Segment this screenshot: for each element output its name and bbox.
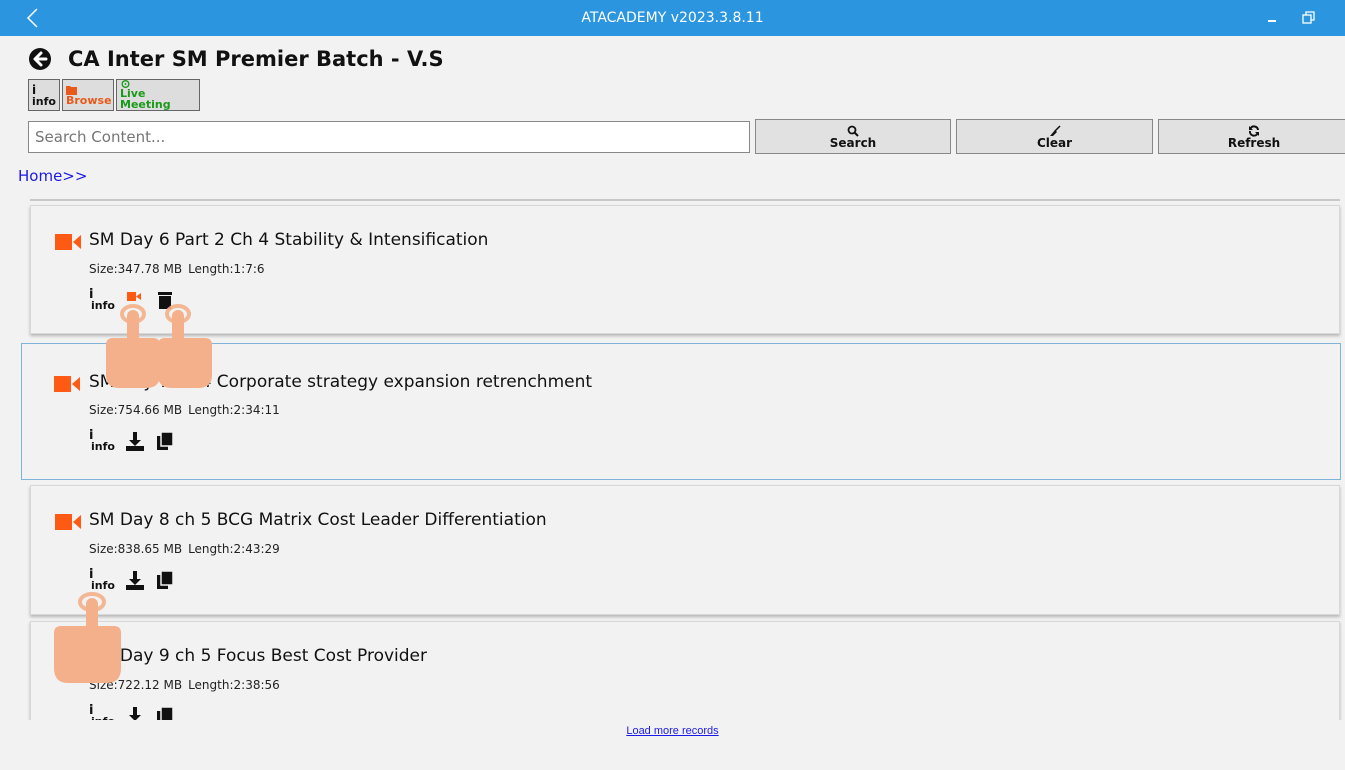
item-title: SM Day 9 ch 5 Focus Best Cost Provider: [89, 646, 427, 666]
item-length: Length:2:43:29: [188, 542, 280, 556]
clear-button-label: Clear: [1036, 135, 1073, 150]
download-icon[interactable]: [125, 431, 145, 451]
pointing-hand-icon: [158, 304, 212, 388]
info-action-label: info: [91, 440, 115, 453]
circle-arrow-left-icon[interactable]: [28, 47, 52, 71]
info-button-label: info: [32, 94, 56, 108]
list-item[interactable]: SM Day 8 ch 5 BCG Matrix Cost Leader Dif…: [30, 485, 1340, 615]
search-button[interactable]: Search: [755, 119, 951, 154]
item-actions: iinfo: [89, 429, 175, 453]
page-title: CA Inter SM Premier Batch - V.S: [68, 47, 444, 71]
info-action-button[interactable]: iinfo: [89, 704, 115, 720]
list-top-divider: [30, 198, 1340, 201]
clear-button[interactable]: Clear: [956, 119, 1153, 154]
live-meeting-button-label: Live Meeting: [120, 87, 171, 111]
item-length: Length:2:34:11: [188, 403, 280, 417]
list-item[interactable]: SM Day 9 ch 5 Focus Best Cost Provider S…: [30, 621, 1340, 720]
list-item[interactable]: SM Day 6 Part 2 Ch 4 Stability & Intensi…: [30, 205, 1340, 334]
info-icon: i: [32, 82, 37, 97]
folder-icon: [66, 85, 77, 95]
load-more-link[interactable]: Load more records: [0, 725, 1345, 737]
search-icon: [847, 125, 859, 137]
download-icon[interactable]: [125, 706, 145, 720]
breadcrumb[interactable]: Home>>: [18, 167, 87, 185]
toolbar: i info Browse Live Meeting: [28, 79, 200, 111]
search-button-label: Search: [829, 135, 877, 150]
pointing-hand-icon: [54, 592, 121, 683]
minimize-icon[interactable]: [1262, 6, 1284, 30]
window-title: ATACADEMY v2023.3.8.11: [581, 10, 764, 26]
browse-button[interactable]: Browse: [62, 79, 114, 111]
item-actions: iinfo: [89, 704, 175, 720]
item-meta: Size:838.65 MB Length:2:43:29: [89, 542, 286, 556]
live-meeting-button[interactable]: Live Meeting: [116, 79, 200, 111]
page-header: CA Inter SM Premier Batch - V.S: [28, 44, 444, 74]
info-action-button[interactable]: iinfo: [89, 568, 115, 591]
item-size: Size:347.78 MB: [89, 262, 183, 276]
video-camera-icon: [55, 514, 81, 530]
refresh-button[interactable]: Refresh: [1158, 119, 1345, 154]
item-meta: Size:754.66 MB Length:2:34:11: [89, 403, 286, 417]
item-actions: iinfo: [89, 568, 175, 591]
broom-icon: [1049, 124, 1061, 136]
search-input[interactable]: [28, 121, 750, 153]
item-meta: Size:347.78 MB Length:1:7:6: [89, 262, 271, 276]
copy-icon[interactable]: [155, 570, 175, 590]
info-button[interactable]: i info: [28, 79, 60, 111]
content-list[interactable]: SM Day 6 Part 2 Ch 4 Stability & Intensi…: [0, 193, 1345, 720]
info-action-button[interactable]: iinfo: [89, 429, 115, 453]
info-action-label: info: [91, 716, 115, 720]
video-camera-icon: [54, 376, 80, 392]
refresh-button-label: Refresh: [1227, 135, 1281, 150]
download-icon[interactable]: [125, 570, 145, 590]
item-size: Size:838.65 MB: [89, 542, 183, 556]
item-title: SM Day 8 ch 5 BCG Matrix Cost Leader Dif…: [89, 510, 547, 530]
refresh-icon: [1248, 124, 1259, 137]
item-length: Length:1:7:6: [188, 262, 265, 276]
browse-button-label: Browse: [66, 93, 112, 107]
copy-icon[interactable]: [155, 706, 175, 720]
item-length: Length:2:38:56: [188, 678, 280, 692]
item-title: SM Day 6 Part 2 Ch 4 Stability & Intensi…: [89, 230, 489, 250]
video-camera-icon: [55, 234, 81, 250]
window-titlebar: ATACADEMY v2023.3.8.11: [0, 0, 1345, 36]
copy-icon[interactable]: [155, 431, 175, 451]
restore-icon[interactable]: [1298, 6, 1320, 30]
item-size: Size:754.66 MB: [89, 403, 183, 417]
